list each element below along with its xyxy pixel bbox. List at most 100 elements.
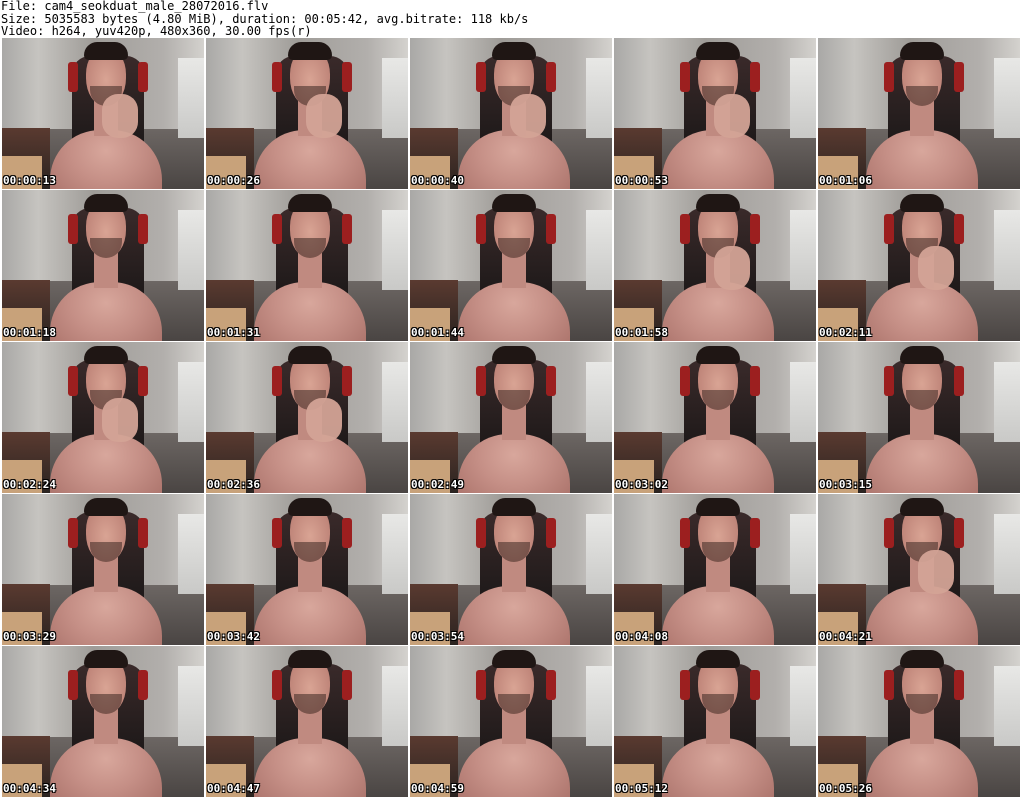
thumbnail-scene-hand — [102, 398, 138, 442]
thumbnail-scene-body — [50, 130, 162, 189]
thumbnail-scene-chair-l — [680, 366, 690, 396]
thumbnail-scene-window — [178, 58, 204, 138]
thumbnail-timestamp: 00:02:49 — [411, 478, 464, 491]
thumbnail-scene-hair — [84, 42, 128, 60]
thumbnail-scene-hair — [900, 42, 944, 60]
thumbnail-scene-chair-r — [750, 214, 760, 244]
thumbnail-scene-window — [586, 514, 612, 594]
thumbnail-scene-window — [994, 362, 1020, 442]
thumbnail-scene-body — [254, 434, 366, 493]
video-thumbnail: 00:03:02 — [614, 342, 816, 493]
thumbnail-scene-window — [178, 514, 204, 594]
thumbnail-timestamp: 00:04:08 — [615, 630, 668, 643]
video-thumbnail: 00:00:13 — [2, 38, 204, 189]
thumbnail-scene-body — [254, 282, 366, 341]
thumbnail-scene-chair-r — [546, 214, 556, 244]
thumbnail-scene-hair — [696, 194, 740, 212]
thumbnail-scene-body — [662, 130, 774, 189]
thumbnail-timestamp: 00:04:59 — [411, 782, 464, 795]
thumbnail-scene-body — [50, 738, 162, 797]
thumbnail-scene-body — [254, 586, 366, 645]
thumbnail-scene-chair-r — [342, 214, 352, 244]
thumbnail-timestamp: 00:03:15 — [819, 478, 872, 491]
video-thumbnail: 00:00:40 — [410, 38, 612, 189]
thumbnail-scene-chair-l — [884, 214, 894, 244]
thumbnail-timestamp: 00:03:02 — [615, 478, 668, 491]
thumbnail-scene-hair — [84, 194, 128, 212]
thumbnail-timestamp: 00:00:26 — [207, 174, 260, 187]
thumbnail-scene-chair-l — [272, 670, 282, 700]
thumbnail-scene-chair-l — [68, 670, 78, 700]
thumbnail-scene-hand — [306, 398, 342, 442]
thumbnail-scene-window — [382, 362, 408, 442]
video-thumbnail: 00:04:34 — [2, 646, 204, 797]
thumbnail-scene-window — [994, 666, 1020, 746]
video-thumbnail: 00:02:49 — [410, 342, 612, 493]
thumbnail-scene-window — [382, 210, 408, 290]
thumbnail-scene-chair-r — [546, 518, 556, 548]
thumbnail-scene-window — [994, 514, 1020, 594]
thumbnail-scene-window — [586, 362, 612, 442]
thumbnail-timestamp: 00:04:34 — [3, 782, 56, 795]
thumbnail-scene-body — [50, 282, 162, 341]
thumbnail-scene-window — [586, 58, 612, 138]
thumbnail-scene-chair-l — [272, 62, 282, 92]
thumbnail-scene-chair-r — [546, 366, 556, 396]
thumbnail-scene-chair-l — [680, 670, 690, 700]
thumbnail-scene-hair — [492, 346, 536, 364]
thumbnail-scene-body — [458, 282, 570, 341]
thumbnail-scene-chair-r — [138, 62, 148, 92]
thumbnail-scene-hair — [492, 498, 536, 516]
thumbnail-scene-hair — [84, 346, 128, 364]
thumbnail-scene-hand — [714, 246, 750, 290]
thumbnail-timestamp: 00:01:31 — [207, 326, 260, 339]
thumbnail-scene-window — [994, 210, 1020, 290]
video-thumbnail: 00:01:31 — [206, 190, 408, 341]
thumbnail-scene-hair — [900, 498, 944, 516]
thumbnail-scene-window — [178, 666, 204, 746]
thumbnail-timestamp: 00:01:58 — [615, 326, 668, 339]
thumbnail-scene-hair — [84, 650, 128, 668]
thumbnail-scene-window — [178, 362, 204, 442]
video-thumbnail: 00:03:54 — [410, 494, 612, 645]
thumbnail-scene-hand — [918, 246, 954, 290]
thumbnail-scene-chair-r — [138, 366, 148, 396]
thumbnail-scene-chair-r — [138, 670, 148, 700]
thumbnail-scene-hair — [288, 498, 332, 516]
thumbnail-scene-window — [790, 514, 816, 594]
thumbnail-scene-hair — [492, 194, 536, 212]
thumbnail-timestamp: 00:03:42 — [207, 630, 260, 643]
video-thumbnail: 00:03:29 — [2, 494, 204, 645]
video-thumbnail: 00:01:44 — [410, 190, 612, 341]
thumbnail-scene-chair-r — [750, 670, 760, 700]
thumbnail-scene-chair-r — [954, 366, 964, 396]
thumbnail-scene-body — [254, 738, 366, 797]
thumbnail-scene-chair-l — [680, 518, 690, 548]
thumbnail-scene-chair-r — [954, 518, 964, 548]
thumbnail-scene-hair — [900, 194, 944, 212]
thumbnail-scene-window — [790, 58, 816, 138]
thumbnail-timestamp: 00:04:47 — [207, 782, 260, 795]
thumbnail-scene-hand — [918, 550, 954, 594]
thumbnail-scene-body — [866, 738, 978, 797]
thumbnail-grid: 00:00:13 00:00:26 00:00:40 00:00:53 00:01:06… — [2, 38, 1022, 798]
video-thumbnail: 00:02:11 — [818, 190, 1020, 341]
thumbnail-scene-hair — [900, 346, 944, 364]
thumbnail-timestamp: 00:03:29 — [3, 630, 56, 643]
thumbnail-scene-chair-l — [68, 518, 78, 548]
thumbnail-scene-chair-l — [476, 366, 486, 396]
thumbnail-scene-chair-r — [138, 518, 148, 548]
thumbnail-scene-chair-r — [954, 670, 964, 700]
thumbnail-scene-window — [790, 362, 816, 442]
thumbnail-scene-body — [458, 130, 570, 189]
thumbnail-scene-hand — [102, 94, 138, 138]
thumbnail-scene-chair-l — [476, 518, 486, 548]
thumbnail-timestamp: 00:04:21 — [819, 630, 872, 643]
thumbnail-scene-chair-r — [750, 518, 760, 548]
thumbnail-scene-chair-l — [68, 366, 78, 396]
thumbnail-scene-chair-r — [138, 214, 148, 244]
thumbnail-timestamp: 00:02:24 — [3, 478, 56, 491]
thumbnail-scene-hair — [696, 650, 740, 668]
thumbnail-scene-window — [178, 210, 204, 290]
thumbnail-scene-window — [382, 666, 408, 746]
